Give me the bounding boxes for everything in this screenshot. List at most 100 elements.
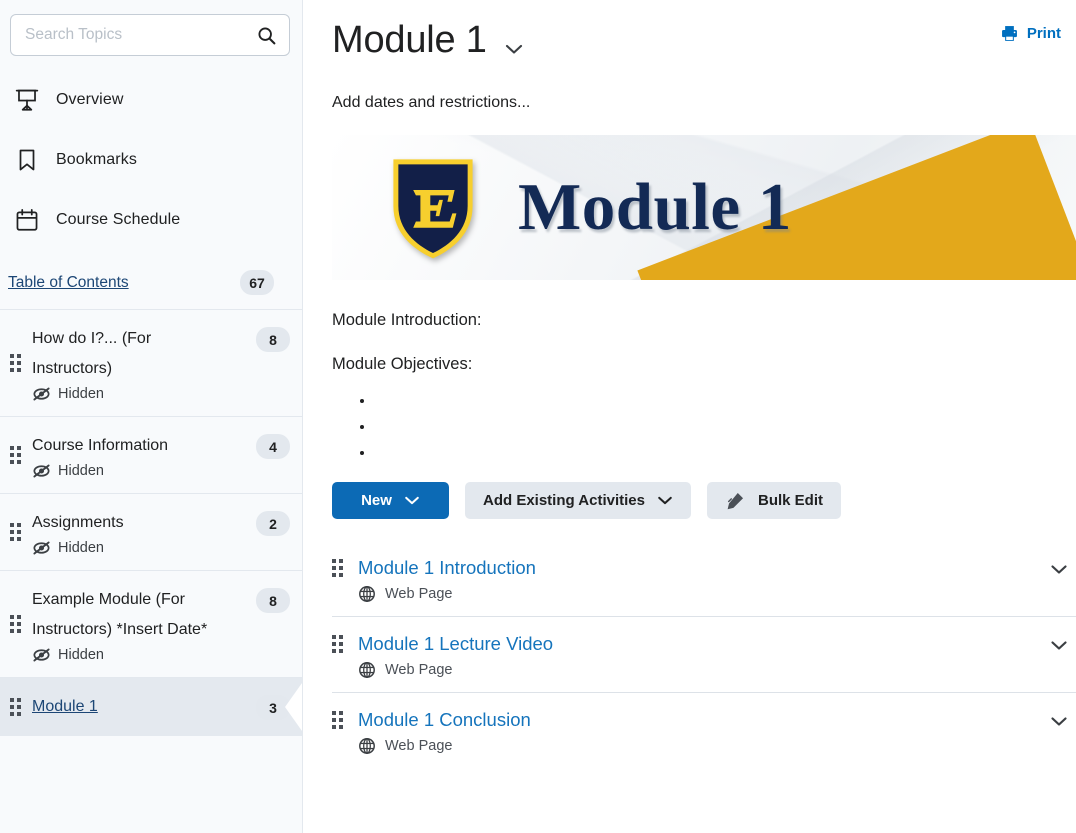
page-title-dropdown-button[interactable] bbox=[503, 42, 525, 56]
chevron-down-icon bbox=[658, 496, 672, 505]
drag-handle-icon[interactable] bbox=[10, 698, 32, 716]
module-introduction-heading: Module Introduction: bbox=[332, 311, 482, 329]
sidebar-item-overview[interactable]: Overview bbox=[0, 70, 302, 130]
sidebar-item-label: Course Schedule bbox=[56, 211, 181, 228]
print-label: Print bbox=[1026, 25, 1061, 42]
toc-item-title[interactable]: How do I?... (For Instructors) bbox=[32, 324, 238, 384]
content-action-buttons: New Add Existing Activities Bulk Edit bbox=[303, 470, 1076, 519]
search-input[interactable] bbox=[25, 26, 253, 44]
module-objectives-heading: Module Objectives: bbox=[332, 355, 473, 373]
hidden-label: Hidden bbox=[58, 463, 104, 479]
etsu-shield-logo-icon bbox=[393, 158, 473, 258]
chevron-down-icon bbox=[1051, 565, 1067, 574]
topic-row: Module 1 Conclusion Web Page bbox=[332, 692, 1076, 768]
drag-handle-icon[interactable] bbox=[10, 446, 32, 464]
topic-title-link[interactable]: Module 1 Introduction bbox=[358, 555, 536, 580]
hidden-status: Hidden bbox=[32, 647, 238, 663]
drag-handle-icon[interactable] bbox=[332, 559, 358, 577]
hidden-label: Hidden bbox=[58, 386, 104, 402]
page-title: Module 1 bbox=[332, 19, 487, 61]
topic-list: Module 1 Introduction Web Page Module 1 Le… bbox=[303, 541, 1076, 768]
toc-item-count-badge: 8 bbox=[256, 327, 290, 352]
search-topics-box[interactable] bbox=[10, 14, 290, 56]
bulk-edit-button[interactable]: Bulk Edit bbox=[706, 482, 841, 519]
selected-indicator bbox=[285, 683, 302, 731]
pencil-icon bbox=[727, 492, 744, 510]
presentation-icon bbox=[12, 85, 42, 115]
chevron-down-icon bbox=[505, 44, 522, 54]
objective-item bbox=[375, 392, 1076, 418]
hidden-status: Hidden bbox=[32, 463, 238, 479]
hidden-label: Hidden bbox=[58, 647, 104, 663]
chevron-down-icon bbox=[1051, 717, 1067, 726]
toc-item-title[interactable]: Course Information bbox=[32, 431, 238, 461]
topic-row: Module 1 Introduction Web Page bbox=[332, 541, 1076, 616]
new-button-label: New bbox=[361, 492, 392, 509]
search-button[interactable] bbox=[253, 22, 279, 48]
print-button[interactable]: Print bbox=[998, 22, 1063, 45]
sidebar: Overview Bookmarks bbox=[0, 0, 303, 833]
toc-item[interactable]: Course Information Hidden 4 bbox=[0, 416, 302, 493]
toc-item-title[interactable]: Module 1 bbox=[32, 692, 238, 722]
sidebar-item-label: Overview bbox=[56, 91, 124, 108]
toc-item-title[interactable]: Assignments bbox=[32, 508, 238, 538]
eye-slash-icon bbox=[33, 464, 50, 478]
toc-item[interactable]: Module 13 bbox=[0, 677, 302, 736]
topic-meta: Web Page bbox=[358, 737, 1042, 755]
table-of-contents-header: Table of Contents 67 bbox=[0, 256, 302, 295]
sidebar-item-course-schedule[interactable]: Course Schedule bbox=[0, 190, 302, 250]
search-icon bbox=[257, 26, 275, 44]
hidden-label: Hidden bbox=[58, 540, 104, 556]
topic-context-menu-button[interactable] bbox=[1042, 715, 1076, 728]
toc-item[interactable]: How do I?... (For Instructors) Hidden 8 bbox=[0, 309, 302, 416]
topic-context-menu-button[interactable] bbox=[1042, 563, 1076, 576]
toc-item-count-badge: 2 bbox=[256, 511, 290, 536]
add-existing-activities-button[interactable]: Add Existing Activities bbox=[465, 482, 691, 519]
topic-type-label: Web Page bbox=[385, 738, 453, 754]
new-button[interactable]: New bbox=[332, 482, 449, 519]
topic-meta: Web Page bbox=[358, 661, 1042, 679]
hidden-status: Hidden bbox=[32, 386, 238, 402]
eye-slash-icon bbox=[33, 387, 50, 401]
toc-count-badge: 67 bbox=[240, 270, 274, 295]
drag-handle-icon[interactable] bbox=[10, 354, 32, 372]
drag-handle-icon[interactable] bbox=[332, 635, 358, 653]
toc-item-title[interactable]: Example Module (For Instructors) *Insert… bbox=[32, 585, 238, 645]
eye-slash-icon bbox=[33, 541, 50, 555]
add-dates-restrictions-link[interactable]: Add dates and restrictions... bbox=[303, 66, 1076, 112]
bookmark-icon bbox=[12, 145, 42, 175]
topic-title-link[interactable]: Module 1 Lecture Video bbox=[358, 631, 553, 656]
globe-icon bbox=[359, 662, 375, 678]
calendar-icon bbox=[12, 205, 42, 235]
printer-icon bbox=[1001, 26, 1017, 41]
sidebar-nav: Overview Bookmarks Course Schedule bbox=[0, 70, 302, 250]
toc-item[interactable]: Assignments Hidden 2 bbox=[0, 493, 302, 570]
sidebar-item-bookmarks[interactable]: Bookmarks bbox=[0, 130, 302, 190]
page-header: Module 1 Print bbox=[303, 0, 1076, 66]
module-objectives-list bbox=[375, 392, 1076, 470]
drag-handle-icon[interactable] bbox=[332, 711, 358, 729]
toc-item-count-badge: 4 bbox=[256, 434, 290, 459]
globe-icon bbox=[359, 738, 375, 754]
eye-slash-icon bbox=[33, 648, 50, 662]
topic-row: Module 1 Lecture Video Web Page bbox=[332, 616, 1076, 692]
globe-icon bbox=[359, 586, 375, 602]
table-of-contents-list: How do I?... (For Instructors) Hidden 8 Cou… bbox=[0, 309, 302, 736]
banner-title-text: Module 1 bbox=[518, 170, 792, 244]
table-of-contents-link[interactable]: Table of Contents bbox=[8, 274, 129, 292]
topic-type-label: Web Page bbox=[385, 586, 453, 602]
topic-title-link[interactable]: Module 1 Conclusion bbox=[358, 707, 531, 732]
topic-context-menu-button[interactable] bbox=[1042, 639, 1076, 652]
hidden-status: Hidden bbox=[32, 540, 238, 556]
sidebar-item-label: Bookmarks bbox=[56, 151, 137, 168]
toc-item[interactable]: Example Module (For Instructors) *Insert… bbox=[0, 570, 302, 677]
objective-item bbox=[375, 444, 1076, 470]
module-banner-image: Module 1 bbox=[332, 135, 1076, 280]
topic-meta: Web Page bbox=[358, 585, 1042, 603]
drag-handle-icon[interactable] bbox=[10, 523, 32, 541]
chevron-down-icon bbox=[1051, 641, 1067, 650]
drag-handle-icon[interactable] bbox=[10, 615, 32, 633]
objective-item bbox=[375, 418, 1076, 444]
main-content: Module 1 Print Add dates and restriction… bbox=[303, 0, 1076, 833]
topic-type-label: Web Page bbox=[385, 662, 453, 678]
